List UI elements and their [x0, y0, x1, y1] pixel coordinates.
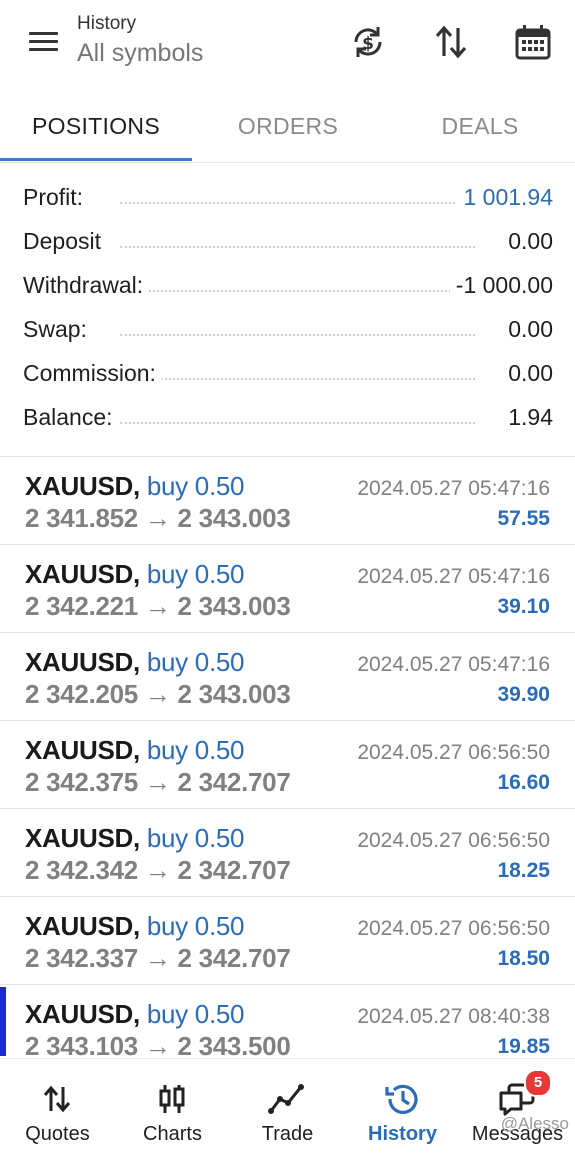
list-item[interactable]: XAUUSD, buy 0.50 2 341.852 → 2 343.003 2…	[0, 457, 575, 545]
withdrawal-value: -1 000.00	[449, 272, 553, 299]
selection-marker	[0, 987, 6, 1056]
price-range: 2 343.103 → 2 343.500	[25, 1031, 291, 1056]
menu-icon[interactable]	[26, 28, 60, 56]
symbol: XAUUSD,	[25, 999, 140, 1029]
timestamp: 2024.05.27 06:56:50	[357, 829, 550, 852]
deposit-label: Deposit	[23, 228, 107, 255]
symbol: XAUUSD,	[25, 911, 140, 941]
price-range: 2 342.205 → 2 343.003	[25, 679, 291, 709]
price-range: 2 342.342 → 2 342.707	[25, 855, 291, 885]
summary-row-swap: Swap: 0.00	[0, 310, 575, 354]
trade-profit: 19.85	[497, 1035, 550, 1056]
active-tab-indicator	[0, 158, 192, 161]
trade-profit: 39.90	[497, 683, 550, 706]
summary-row-balance: Balance: 1.94	[0, 398, 575, 442]
symbol: XAUUSD,	[25, 559, 140, 589]
tab-deals[interactable]: DEALS	[384, 98, 575, 158]
tab-orders[interactable]: ORDERS	[192, 98, 384, 158]
quotes-icon	[37, 1081, 77, 1117]
symbol: XAUUSD,	[25, 471, 140, 501]
charts-icon	[152, 1081, 192, 1117]
nav-label: History	[368, 1123, 437, 1145]
trade-profit: 16.60	[497, 771, 550, 794]
trade-icon	[267, 1081, 307, 1117]
list-item[interactable]: XAUUSD, buy 0.50 2 342.337 → 2 342.707 2…	[0, 897, 575, 985]
history-icon	[382, 1081, 422, 1117]
swap-value: 0.00	[502, 316, 553, 343]
summary-row-deposit: Deposit 0.00	[0, 222, 575, 266]
trade-profit: 18.25	[497, 859, 550, 882]
trade-side: buy 0.50	[146, 823, 245, 853]
deposit-value: 0.00	[502, 228, 553, 255]
title-block: History All symbols	[77, 12, 203, 70]
timestamp: 2024.05.27 05:47:16	[357, 565, 550, 588]
trade-profit: 39.10	[497, 595, 550, 618]
trade-side: buy 0.50	[146, 999, 245, 1029]
nav-label: Quotes	[25, 1123, 90, 1145]
page-title: History	[77, 13, 137, 34]
tab-bar: POSITIONS ORDERS DEALS	[0, 98, 575, 162]
summary-row-commission: Commission: 0.00	[0, 354, 575, 398]
nav-label: Charts	[143, 1123, 202, 1145]
sort-icon[interactable]	[431, 22, 471, 62]
balance-label: Balance:	[23, 404, 119, 431]
currency-sync-icon[interactable]: $	[348, 22, 388, 62]
trade-side: buy 0.50	[146, 735, 245, 765]
timestamp: 2024.05.27 06:56:50	[357, 917, 550, 940]
balance-value: 1.94	[502, 404, 553, 431]
symbol: XAUUSD,	[25, 735, 140, 765]
price-range: 2 341.852 → 2 343.003	[25, 503, 291, 533]
unread-badge: 5	[524, 1069, 552, 1097]
summary-row-withdrawal: Withdrawal: -1 000.00	[0, 266, 575, 310]
nav-quotes[interactable]: Quotes	[0, 1059, 115, 1164]
nav-history[interactable]: History	[345, 1059, 460, 1164]
positions-list[interactable]: XAUUSD, buy 0.50 2 341.852 → 2 343.003 2…	[0, 456, 575, 1056]
watermark: @Alesso	[500, 1114, 569, 1133]
timestamp: 2024.05.27 08:40:38	[357, 1005, 550, 1028]
list-item[interactable]: XAUUSD, buy 0.50 2 342.375 → 2 342.707 2…	[0, 721, 575, 809]
price-range: 2 342.337 → 2 342.707	[25, 943, 291, 973]
trade-side: buy 0.50	[146, 647, 245, 677]
trade-profit: 18.50	[497, 947, 550, 970]
price-range: 2 342.221 → 2 343.003	[25, 591, 291, 621]
symbol: XAUUSD,	[25, 823, 140, 853]
tab-positions[interactable]: POSITIONS	[0, 98, 192, 158]
timestamp: 2024.05.27 05:47:16	[357, 653, 550, 676]
list-item[interactable]: XAUUSD, buy 0.50 2 342.221 → 2 343.003 2…	[0, 545, 575, 633]
price-range: 2 342.375 → 2 342.707	[25, 767, 291, 797]
nav-label: Trade	[261, 1123, 314, 1145]
profit-label: Profit:	[23, 184, 90, 211]
trade-side: buy 0.50	[146, 471, 245, 501]
list-item-selected[interactable]: XAUUSD, buy 0.50 2 343.103 → 2 343.500 2…	[0, 985, 575, 1056]
trade-side: buy 0.50	[146, 559, 245, 589]
summary-row-profit: Profit: 1 001.94	[0, 178, 575, 222]
timestamp: 2024.05.27 05:47:16	[357, 477, 550, 500]
trade-profit: 57.55	[497, 507, 550, 530]
nav-messages[interactable]: 5 Messages	[460, 1059, 575, 1164]
list-item[interactable]: XAUUSD, buy 0.50 2 342.205 → 2 343.003 2…	[0, 633, 575, 721]
list-item[interactable]: XAUUSD, buy 0.50 2 342.342 → 2 342.707 2…	[0, 809, 575, 897]
svg-text:$: $	[362, 34, 374, 54]
top-bar: History All symbols $	[0, 0, 575, 92]
timestamp: 2024.05.27 06:56:50	[357, 741, 550, 764]
summary-panel: Profit: 1 001.94 Deposit 0.00 Withdrawal…	[0, 178, 575, 442]
trade-side: buy 0.50	[146, 911, 245, 941]
commission-value: 0.00	[502, 360, 553, 387]
nav-trade[interactable]: Trade	[230, 1059, 345, 1164]
calendar-icon[interactable]	[513, 22, 553, 62]
commission-label: Commission:	[23, 360, 162, 387]
symbol: XAUUSD,	[25, 647, 140, 677]
profit-value: 1 001.94	[457, 184, 553, 211]
divider	[0, 162, 575, 163]
swap-label: Swap:	[23, 316, 93, 343]
symbol-filter[interactable]: All symbols	[77, 36, 203, 70]
bottom-navigation: Quotes Charts Trade History 5 Messages	[0, 1058, 575, 1164]
nav-charts[interactable]: Charts	[115, 1059, 230, 1164]
withdrawal-label: Withdrawal:	[23, 272, 150, 299]
